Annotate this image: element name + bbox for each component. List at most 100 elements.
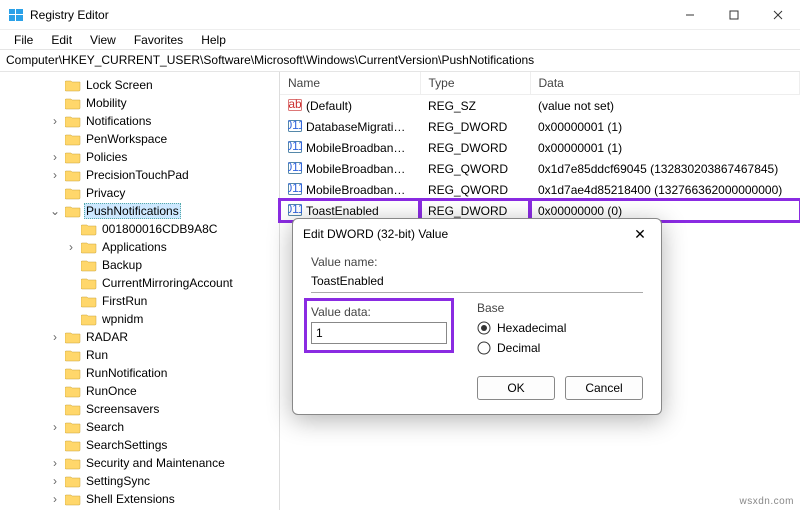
folder-icon (65, 366, 81, 380)
svg-text:011: 011 (288, 182, 302, 195)
chevron-right-icon[interactable]: › (48, 420, 62, 434)
value-type: REG_DWORD (420, 137, 530, 158)
folder-icon (81, 258, 97, 272)
dialog-title: Edit DWORD (32-bit) Value (303, 227, 629, 241)
col-type[interactable]: Type (420, 72, 530, 95)
tree-node[interactable]: ›RADAR (0, 328, 279, 346)
col-name[interactable]: Name (280, 72, 420, 95)
tree-node[interactable]: ›PrecisionTouchPad (0, 166, 279, 184)
dialog-close-button[interactable]: ✕ (629, 226, 651, 243)
tree-node[interactable]: › Notifications (0, 112, 279, 130)
tree-node[interactable]: wpnidm (0, 310, 279, 328)
tree-node[interactable]: ›Security and Maintenance (0, 454, 279, 472)
tree-node[interactable]: Mobility (0, 94, 279, 112)
tree-node[interactable]: SearchSettings (0, 436, 279, 454)
folder-icon (65, 438, 81, 452)
registry-tree[interactable]: Lock ScreenMobility › Notifications PenWork… (0, 72, 280, 510)
tree-node-label: Notifications (84, 114, 153, 128)
tree-node[interactable]: Screensavers (0, 400, 279, 418)
value-data-field[interactable] (311, 322, 447, 344)
value-row[interactable]: 011MobileBroadban…REG_DWORD0x00000001 (1… (280, 137, 800, 158)
tree-node[interactable]: › Policies (0, 148, 279, 166)
tree-node[interactable]: ›Search (0, 418, 279, 436)
minimize-button[interactable] (668, 0, 712, 30)
tree-node[interactable]: Backup (0, 256, 279, 274)
svg-text:011: 011 (288, 203, 302, 216)
value-name: MobileBroadban… (306, 183, 405, 197)
value-name: DatabaseMigrati… (306, 120, 405, 134)
tree-node[interactable]: ⌄PushNotifications (0, 202, 279, 220)
tree-node[interactable]: ›SettingSync (0, 472, 279, 490)
tree-node-label: Privacy (84, 186, 127, 200)
chevron-right-icon[interactable]: › (48, 150, 62, 164)
edit-dword-dialog: Edit DWORD (32-bit) Value ✕ Value name: … (292, 218, 662, 415)
folder-icon (65, 348, 81, 362)
tree-node[interactable]: ›Shell Extensions (0, 490, 279, 508)
menu-favorites[interactable]: Favorites (126, 31, 191, 49)
dialog-titlebar[interactable]: Edit DWORD (32-bit) Value ✕ (293, 219, 661, 249)
value-name-field[interactable] (311, 272, 643, 293)
folder-icon (65, 204, 81, 218)
ok-button[interactable]: OK (477, 376, 555, 400)
menubar: File Edit View Favorites Help (0, 30, 800, 50)
folder-icon (65, 456, 81, 470)
tree-node-label: Policies (84, 150, 129, 164)
tree-node[interactable]: FirstRun (0, 292, 279, 310)
value-row[interactable]: 011 MobileBroadban… REG_QWORD0x1d7ae4d8521… (280, 179, 800, 200)
tree-node-label: FirstRun (100, 294, 149, 308)
menu-edit[interactable]: Edit (43, 31, 80, 49)
menu-help[interactable]: Help (193, 31, 234, 49)
folder-icon (65, 186, 81, 200)
col-data[interactable]: Data (530, 72, 800, 95)
value-type: REG_DWORD (420, 116, 530, 137)
value-row[interactable]: 011DatabaseMigrati…REG_DWORD0x00000001 (… (280, 116, 800, 137)
chevron-right-icon[interactable]: › (48, 474, 62, 488)
value-row[interactable]: ab(Default)REG_SZ(value not set) (280, 95, 800, 117)
value-row[interactable]: 011MobileBroadban…REG_QWORD0x1d7e85ddcf6… (280, 158, 800, 179)
menu-view[interactable]: View (82, 31, 124, 49)
value-data: 0x1d7ae4d85218400 (132766362000000000) (530, 179, 800, 200)
tree-node[interactable]: RunOnce (0, 382, 279, 400)
chevron-right-icon[interactable]: › (48, 114, 62, 128)
tree-node[interactable]: › Applications (0, 238, 279, 256)
chevron-right-icon[interactable]: › (48, 168, 62, 182)
string-value-icon: ab (288, 98, 302, 112)
cancel-button[interactable]: Cancel (565, 376, 643, 400)
tree-node[interactable]: 001800016CDB9A8C (0, 220, 279, 238)
value-type: REG_QWORD (420, 179, 530, 200)
window-title: Registry Editor (30, 8, 668, 22)
chevron-right-icon[interactable]: › (64, 240, 78, 254)
chevron-right-icon[interactable]: › (48, 492, 62, 506)
radio-hexadecimal[interactable]: Hexadecimal (477, 318, 566, 338)
value-data-label: Value data: (311, 305, 447, 319)
chevron-down-icon[interactable]: ⌄ (48, 204, 62, 218)
tree-node[interactable]: RunNotification (0, 364, 279, 382)
folder-icon (65, 420, 81, 434)
folder-icon (65, 330, 81, 344)
tree-node[interactable]: CurrentMirroringAccount (0, 274, 279, 292)
watermark: wsxdn.com (739, 496, 794, 507)
radio-decimal[interactable]: Decimal (477, 338, 566, 358)
folder-icon (65, 114, 81, 128)
tree-node-label: RunOnce (84, 384, 139, 398)
folder-icon (81, 312, 97, 326)
tree-node[interactable]: Privacy (0, 184, 279, 202)
address-bar[interactable]: Computer\HKEY_CURRENT_USER\Software\Micr… (0, 50, 800, 72)
tree-node-label: RunNotification (84, 366, 169, 380)
chevron-right-icon[interactable]: › (48, 330, 62, 344)
tree-node-label: Applications (100, 240, 169, 254)
value-name: MobileBroadban… (306, 162, 405, 176)
base-group-label: Base (477, 301, 566, 315)
close-button[interactable] (756, 0, 800, 30)
menu-file[interactable]: File (6, 31, 41, 49)
chevron-right-icon[interactable]: › (48, 456, 62, 470)
tree-node-label: wpnidm (100, 312, 145, 326)
value-name: ToastEnabled (306, 204, 379, 218)
tree-node[interactable]: Run (0, 346, 279, 364)
maximize-button[interactable] (712, 0, 756, 30)
folder-icon (65, 96, 81, 110)
tree-node[interactable]: Lock Screen (0, 76, 279, 94)
app-icon (8, 7, 24, 23)
binary-value-icon: 011 (288, 140, 302, 154)
tree-node[interactable]: PenWorkspace (0, 130, 279, 148)
